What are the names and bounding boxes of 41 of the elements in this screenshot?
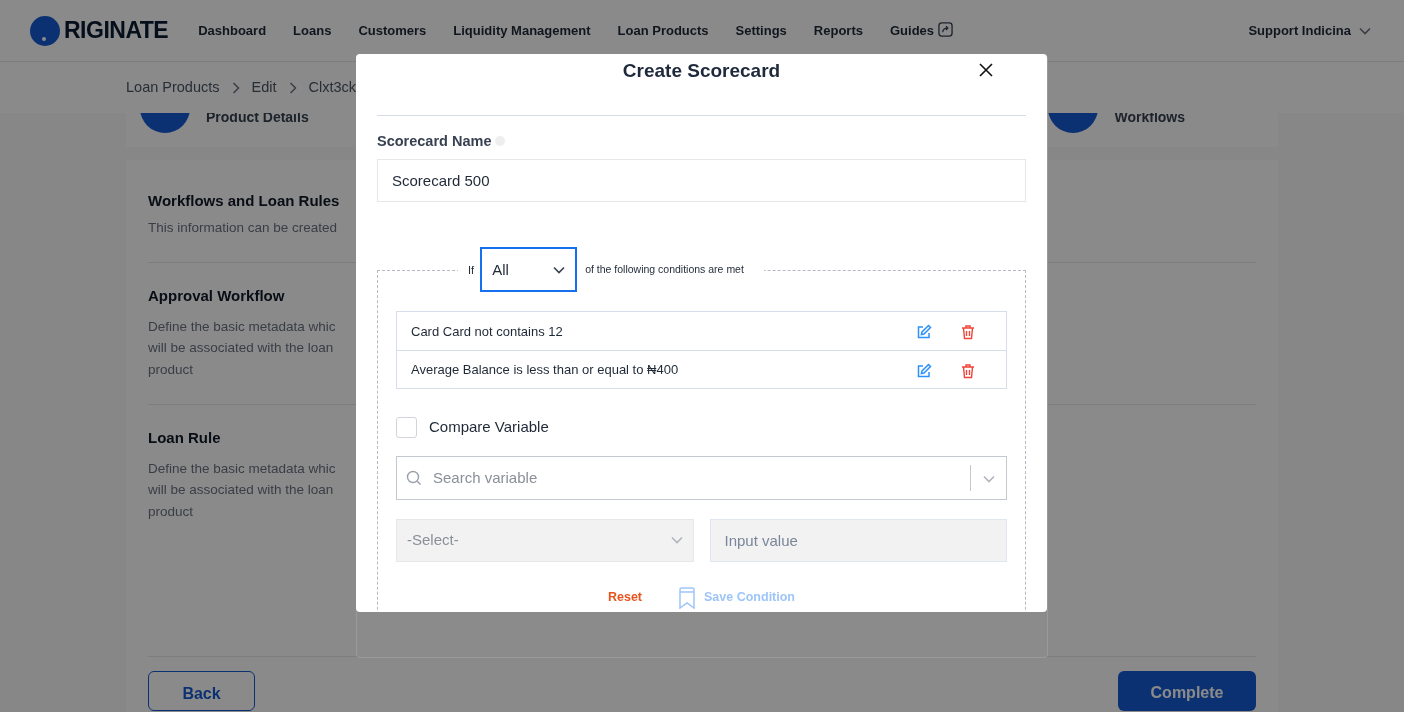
share-icon (937, 21, 953, 37)
section-title: Approval Workflow (148, 286, 286, 307)
bookmark-icon (678, 586, 697, 609)
section-description: This information can be created (148, 218, 339, 237)
section-title: Loan Rule (148, 428, 222, 449)
user-menu[interactable]: Support Indicina (1248, 20, 1351, 41)
section-title: Workflows and Loan Rules (148, 191, 341, 211)
nav-link[interactable]: Dashboard (198, 20, 267, 41)
chevron-down-icon (670, 536, 683, 545)
breadcrumb-item[interactable]: Edit (251, 76, 277, 99)
nav-link[interactable]: Settings (735, 20, 787, 41)
back-button[interactable]: Back (148, 671, 255, 711)
field-label: Scorecard Name (377, 131, 492, 151)
nav-link[interactable]: Guides (890, 20, 953, 41)
nav-link[interactable]: Loan Products (617, 20, 709, 41)
nav-link[interactable]: Customers (358, 20, 427, 41)
chevron-down-icon (553, 265, 566, 274)
complete-button[interactable]: Complete (1118, 671, 1256, 711)
search-icon (406, 469, 422, 486)
scorecard-name-field[interactable]: Scorecard 500 (377, 159, 1026, 203)
logo-icon (30, 15, 60, 46)
section-description: Define the basic metadata whic will be associated with the loan product (148, 459, 337, 522)
condition-text: Average Balance is less than or equal to ₦400 (411, 361, 679, 379)
breadcrumb-item[interactable]: Clxt3ck (308, 76, 357, 99)
nav-link[interactable]: Reports (813, 20, 863, 41)
section-description: Define the basic metadata whic will be associated with the loan product (148, 317, 337, 379)
reset-button[interactable]: Reset (602, 587, 649, 609)
nav-link[interactable]: Loans (293, 20, 332, 41)
checkbox-label: Compare Variable (429, 417, 549, 438)
nav-link[interactable]: Liquidity Management (453, 20, 591, 41)
modal-title: Create Scorecard (622, 59, 781, 83)
chevron-right-icon (231, 81, 240, 94)
condition-text: Card Card not contains 12 (411, 322, 563, 341)
match-select[interactable]: All (480, 247, 578, 293)
checkbox[interactable] (396, 417, 417, 438)
chevron-right-icon (288, 81, 297, 94)
chevron-down-icon (1359, 26, 1371, 35)
brand-name: RIGINATE (64, 16, 169, 46)
search-field[interactable]: Search variable (396, 455, 1007, 500)
breadcrumb-item[interactable]: Loan Products (126, 76, 220, 99)
chevron-down-icon (983, 474, 995, 483)
